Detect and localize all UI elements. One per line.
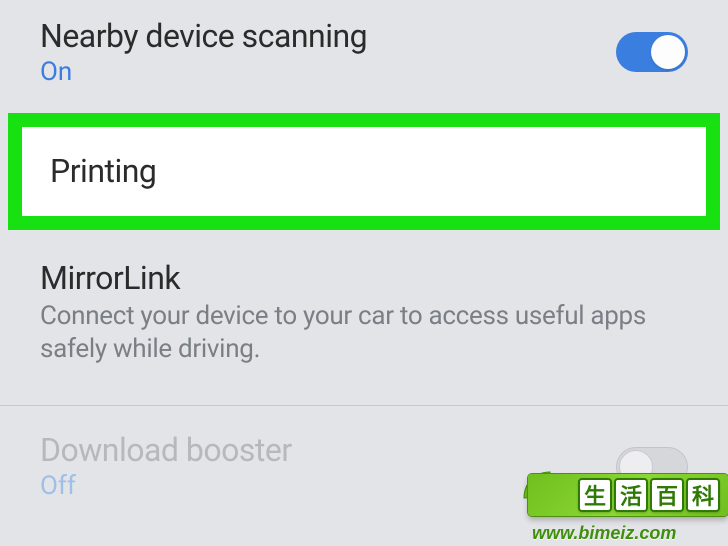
- highlight-printing: Printing: [8, 113, 720, 230]
- toggle-knob: [651, 35, 685, 69]
- toggle-knob: [619, 450, 653, 484]
- row-nearby-device-scanning[interactable]: Nearby device scanning On: [0, 0, 728, 105]
- row-download-booster-text: Download booster Off: [40, 432, 604, 501]
- row-mirrorlink[interactable]: MirrorLink Connect your device to your c…: [0, 236, 728, 384]
- nearby-toggle[interactable]: [616, 32, 688, 72]
- mirrorlink-subtitle: Connect your device to your car to acces…: [40, 300, 688, 365]
- mirrorlink-title: MirrorLink: [40, 260, 688, 297]
- nearby-status: On: [40, 57, 604, 87]
- row-printing-text: Printing: [50, 153, 678, 190]
- download-booster-toggle: [616, 447, 688, 487]
- row-mirrorlink-text: MirrorLink Connect your device to your c…: [40, 260, 688, 366]
- row-download-booster: Download booster Off: [0, 406, 728, 519]
- nearby-title: Nearby device scanning: [40, 18, 604, 55]
- printing-title: Printing: [50, 153, 678, 190]
- row-printing[interactable]: Printing: [22, 127, 706, 216]
- watermark-url: www.bimeiz.com: [532, 523, 724, 544]
- row-nearby-text: Nearby device scanning On: [40, 18, 604, 87]
- download-booster-status: Off: [40, 471, 604, 501]
- settings-screen: Nearby device scanning On Printing Mirro…: [0, 0, 728, 546]
- download-booster-title: Download booster: [40, 432, 604, 469]
